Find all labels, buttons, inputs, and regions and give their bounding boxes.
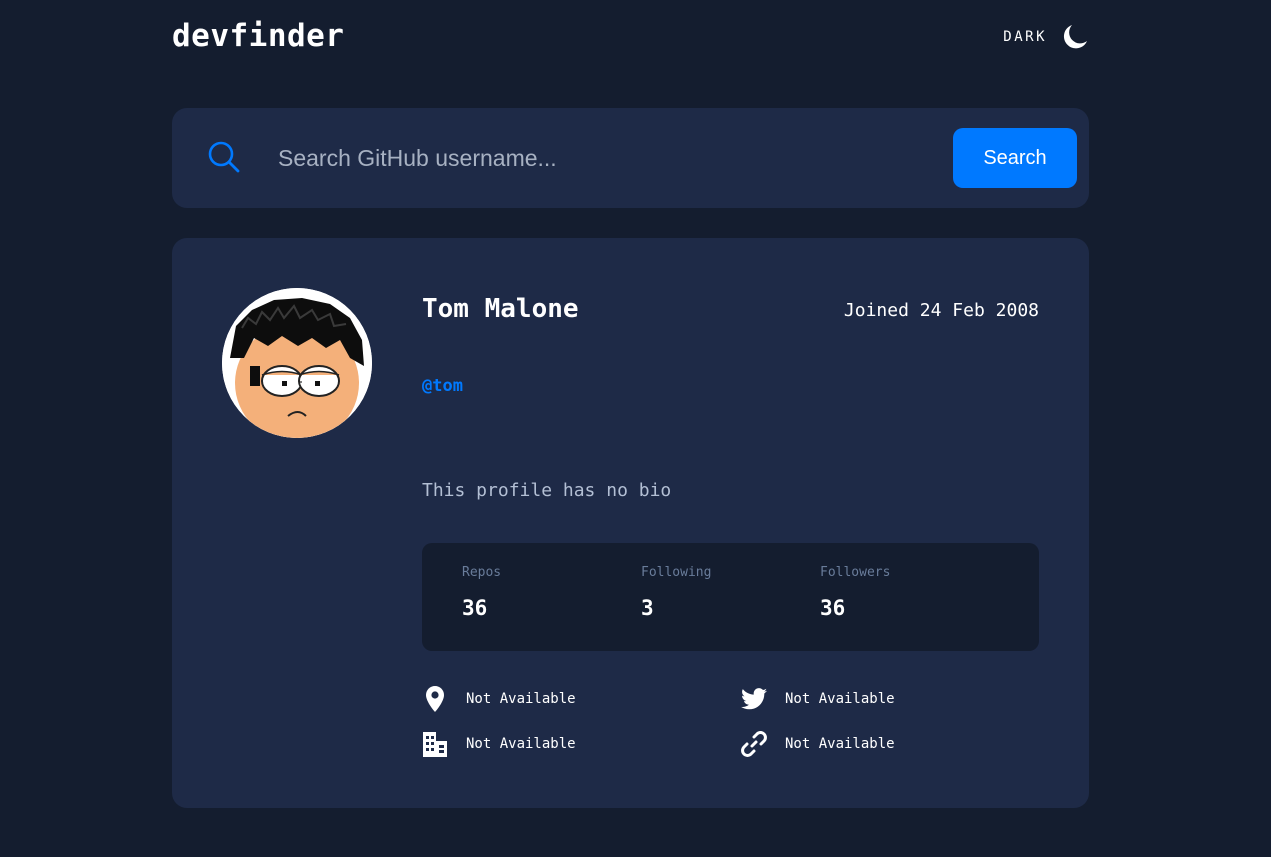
stat-value: 36: [820, 596, 846, 620]
stat-label: Followers: [820, 565, 891, 580]
avatar: [222, 288, 372, 438]
stat-repos: Repos 36: [462, 565, 501, 620]
stat-label: Following: [641, 565, 712, 580]
stats-panel: Repos 36 Following 3 Followers 36: [422, 543, 1039, 651]
website-text[interactable]: Not Available: [785, 736, 895, 752]
theme-toggle[interactable]: DARK: [1003, 22, 1089, 52]
header: devfinder DARK: [172, 18, 1089, 58]
info-company: Not Available: [422, 729, 576, 759]
joined-date: Joined 24 Feb 2008: [843, 300, 1039, 321]
stat-following: Following 3: [641, 565, 711, 620]
link-icon: [741, 731, 767, 757]
twitter-text: Not Available: [785, 691, 895, 707]
search-button[interactable]: Search: [953, 128, 1077, 188]
profile-login-link[interactable]: @tom: [422, 376, 463, 396]
stat-value: 3: [641, 596, 654, 620]
profile-bio: This profile has no bio: [422, 480, 672, 501]
profile-card: Tom Malone Joined 24 Feb 2008 @tom This …: [172, 238, 1089, 808]
company-text: Not Available: [466, 736, 576, 752]
stat-label: Repos: [462, 565, 502, 580]
stat-value: 36: [462, 596, 488, 620]
profile-name: Tom Malone: [422, 294, 579, 324]
location-pin-icon: [422, 686, 448, 712]
info-website: Not Available: [741, 729, 895, 759]
moon-icon: [1063, 25, 1087, 49]
search-bar: Search: [172, 108, 1089, 208]
theme-label: DARK: [1003, 29, 1047, 45]
stat-followers: Followers 36: [820, 565, 890, 620]
location-text: Not Available: [466, 691, 576, 707]
info-location: Not Available: [422, 684, 576, 714]
building-icon: [422, 731, 448, 757]
search-icon: [208, 141, 240, 173]
twitter-icon: [741, 686, 767, 712]
logo: devfinder: [172, 18, 345, 54]
info-twitter: Not Available: [741, 684, 895, 714]
search-input[interactable]: [278, 138, 918, 178]
